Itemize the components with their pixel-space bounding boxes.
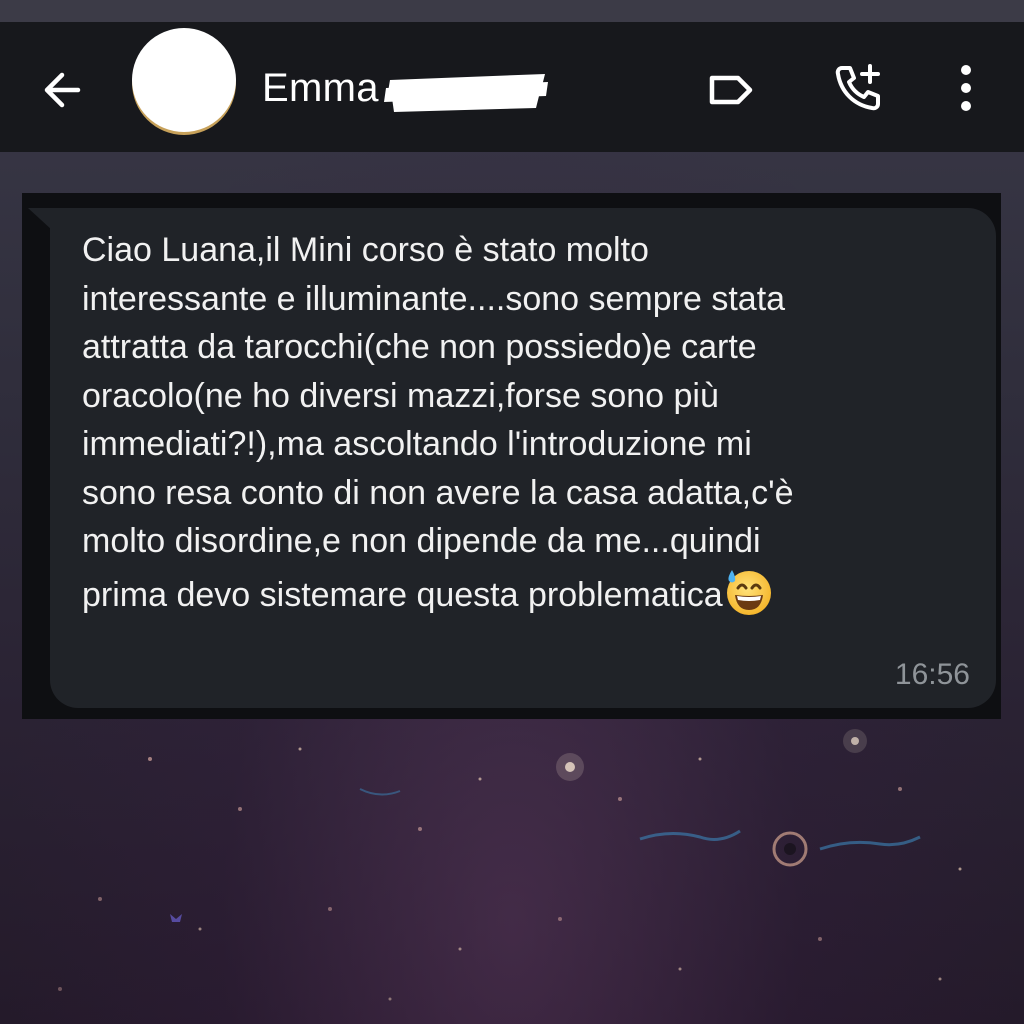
arrow-left-icon: [44, 72, 81, 108]
message-text: Ciao Luana,il Mini corso è stato molto i…: [82, 231, 794, 614]
label-tag-icon: [709, 75, 753, 105]
top-frame: [0, 0, 1024, 22]
contact-name[interactable]: Emma: [262, 66, 379, 111]
message-timestamp: 16:56: [894, 658, 970, 691]
grinning-sweat-emoji-icon: [726, 569, 771, 615]
back-button[interactable]: [30, 62, 94, 118]
background-starfield: [58, 729, 962, 1001]
message-text-block: Ciao Luana,il Mini corso è stato molto i…: [82, 226, 962, 619]
more-vertical-icon: [961, 65, 971, 111]
chat-header: Emma: [0, 22, 1024, 152]
avatar[interactable]: [132, 28, 236, 132]
label-button[interactable]: [698, 58, 762, 122]
add-call-button[interactable]: [826, 56, 890, 120]
redaction-mark: [384, 74, 548, 112]
more-options-button[interactable]: [934, 56, 998, 120]
bubble-tail: [28, 208, 52, 230]
add-call-icon: [835, 64, 880, 111]
